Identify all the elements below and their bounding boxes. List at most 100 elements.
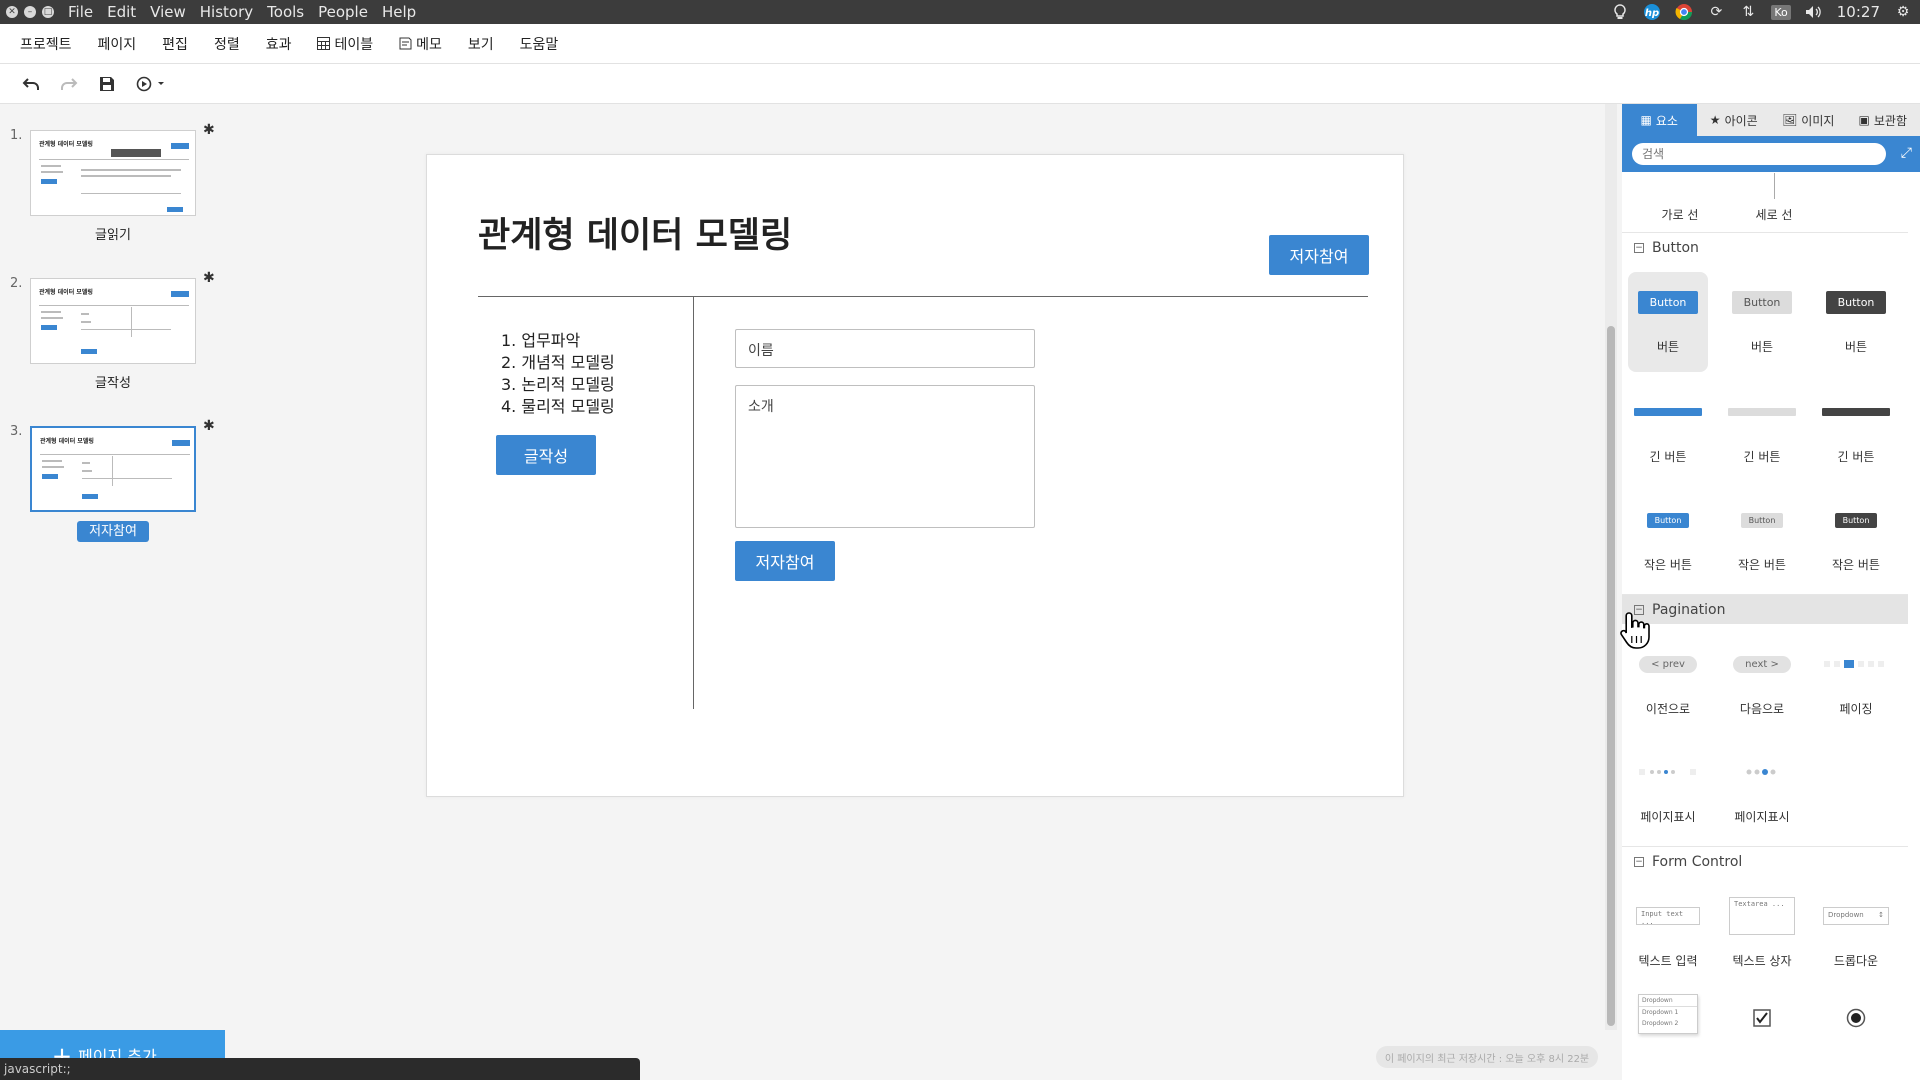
toolbar <box>0 64 1920 104</box>
tab-elements[interactable]: ▦ 요소 <box>1622 104 1697 136</box>
menu-view-ko[interactable]: 보기 <box>468 34 494 54</box>
search-bar: ⤢ <box>1622 136 1920 172</box>
maximize-window-icon[interactable]: □ <box>42 6 54 18</box>
menu-history[interactable]: History <box>200 3 253 21</box>
vertical-line-component[interactable]: 세로 선 <box>1734 172 1814 223</box>
keyboard-language-indicator[interactable]: Ko <box>1771 4 1791 20</box>
star-icon: ✱ <box>203 270 215 286</box>
search-input[interactable] <box>1632 143 1886 165</box>
paging-component[interactable]: 페이징 <box>1816 634 1896 717</box>
author-join-button-top[interactable]: 저자참여 <box>1269 235 1369 275</box>
author-join-button[interactable]: 저자참여 <box>735 541 835 581</box>
small-button-component[interactable]: Button 작은 버튼 <box>1816 490 1896 573</box>
page-preview[interactable]: 관계형 데이터 모델링 <box>30 278 196 364</box>
page-number: 2. <box>10 276 23 291</box>
long-button-component[interactable]: 긴 버튼 <box>1816 382 1896 465</box>
long-button-component[interactable]: 긴 버튼 <box>1722 382 1802 465</box>
component-list[interactable]: 가로 선 세로 선 − Button Button 버튼 Button 버튼 B… <box>1622 172 1920 1080</box>
write-post-button[interactable]: 글작성 <box>496 435 596 475</box>
text-input-component[interactable]: Input text ... 텍스트 입력 <box>1628 886 1708 969</box>
menu-table-label: 테이블 <box>334 36 374 53</box>
long-button-component[interactable]: 긴 버튼 <box>1628 382 1708 465</box>
settings-gear-icon[interactable]: ⚙ <box>1894 3 1912 21</box>
scrollbar-thumb[interactable] <box>1607 326 1615 1026</box>
page-indicator-component[interactable]: 페이지표시 <box>1722 742 1802 825</box>
menu-project[interactable]: 프로젝트 <box>20 34 72 54</box>
hp-logo-icon[interactable]: hp <box>1643 3 1661 21</box>
intro-textarea[interactable]: 소개 <box>735 385 1035 528</box>
volume-icon[interactable] <box>1805 3 1823 21</box>
network-arrows-icon[interactable]: ⇅ <box>1739 3 1757 21</box>
toc-item: 4. 물리적 모델링 <box>501 397 615 416</box>
menu-help[interactable]: Help <box>382 3 416 21</box>
dropdown-open-component[interactable]: Dropdown Dropdown 1 Dropdown 2 <box>1628 994 1708 1042</box>
menu-memo[interactable]: 메모 <box>399 34 442 54</box>
tab-archive[interactable]: ▣ 보관함 <box>1846 104 1920 136</box>
sync-icon[interactable]: ⟳ <box>1707 3 1725 21</box>
clock: 10:27 <box>1836 3 1880 21</box>
button-component[interactable]: Button 버튼 <box>1722 272 1802 355</box>
last-saved-note: 이 페이지의 최근 저장시간 : 오늘 오후 8시 22분 <box>1376 1046 1598 1068</box>
menu-memo-label: 메모 <box>416 36 442 53</box>
svg-text:hp: hp <box>1645 8 1659 19</box>
redo-icon[interactable] <box>58 73 80 95</box>
menu-edit[interactable]: Edit <box>107 3 136 21</box>
page-preview[interactable]: 관계형 데이터 모델링 <box>30 130 196 216</box>
next-pagination-component[interactable]: next > 다음으로 <box>1722 634 1802 717</box>
menu-file[interactable]: File <box>68 3 93 21</box>
vertical-divider[interactable] <box>693 296 694 709</box>
archive-icon: ▣ <box>1858 113 1870 127</box>
radio-component[interactable] <box>1816 994 1896 1042</box>
button-component[interactable]: Button 버튼 <box>1816 272 1896 355</box>
app-menu-bar: 프로젝트 페이지 편집 정렬 효과 테이블 메모 보기 도움말 <box>0 24 1920 64</box>
section-form-control-header[interactable]: − Form Control <box>1622 846 1908 876</box>
page-preview[interactable]: 관계형 데이터 모델링 <box>30 426 196 512</box>
canvas-scrollbar[interactable] <box>1605 104 1617 1030</box>
undo-icon[interactable] <box>20 73 42 95</box>
play-dropdown-icon[interactable] <box>134 73 170 95</box>
menu-tools[interactable]: Tools <box>267 3 304 21</box>
menu-table[interactable]: 테이블 <box>317 34 373 54</box>
menu-people[interactable]: People <box>318 3 368 21</box>
section-pagination-header[interactable]: − Pagination <box>1622 594 1908 624</box>
tab-icons[interactable]: ★ 아이콘 <box>1697 104 1772 136</box>
page-title[interactable]: 관계형 데이터 모델링 <box>478 207 792 258</box>
hand-cursor-icon <box>1620 612 1650 649</box>
expand-icon[interactable]: ⤢ <box>1901 145 1912 161</box>
status-url: javascript:; <box>0 1058 640 1080</box>
toc-list[interactable]: 1. 업무파악 2. 개념적 모델링 3. 논리적 모델링 4. 물리적 모델링 <box>501 330 615 418</box>
menu-align[interactable]: 정렬 <box>214 34 240 54</box>
chrome-icon[interactable] <box>1675 3 1693 21</box>
textarea-component[interactable]: Textarea ... 텍스트 상자 <box>1722 886 1802 969</box>
menu-view[interactable]: View <box>150 3 186 21</box>
menu-page[interactable]: 페이지 <box>98 34 137 54</box>
toc-item: 3. 논리적 모델링 <box>501 375 615 394</box>
horizontal-divider[interactable] <box>478 296 1368 297</box>
menu-edit-ko[interactable]: 편집 <box>162 34 188 54</box>
horizontal-line-component[interactable]: 가로 선 <box>1640 172 1720 223</box>
minimize-window-icon[interactable]: – <box>24 6 36 18</box>
section-button-header[interactable]: − Button <box>1622 232 1908 262</box>
save-icon[interactable] <box>96 73 118 95</box>
system-menu-bar: ✕ – □ File Edit View History Tools Peopl… <box>0 0 1920 24</box>
small-button-component[interactable]: Button 작은 버튼 <box>1628 490 1708 573</box>
dropdown-component[interactable]: Dropdown ↕ 드롭다운 <box>1816 886 1896 969</box>
checkbox-component[interactable] <box>1722 994 1802 1042</box>
name-field[interactable]: 이름 <box>735 329 1035 368</box>
component-panel: ▦요소 ★아이콘 🖼이미지 ▣보관함 ⤢ 가로 선 세로 선 − Button <box>1622 104 1920 1080</box>
page-number: 3. <box>10 424 23 439</box>
slide-canvas[interactable]: 관계형 데이터 모델링 저자참여 1. 업무파악 2. 개념적 모델링 3. 논… <box>426 154 1404 797</box>
star-icon: ★ <box>1709 113 1721 127</box>
menu-effects[interactable]: 효과 <box>266 34 292 54</box>
button-component[interactable]: Button 버튼 <box>1628 272 1708 372</box>
collapse-icon: − <box>1634 856 1644 867</box>
lightbulb-icon[interactable] <box>1611 3 1629 21</box>
close-window-icon[interactable]: ✕ <box>6 6 18 18</box>
image-icon: 🖼 <box>1782 113 1798 127</box>
page-caption: 글작성 <box>95 376 131 391</box>
menu-help-ko[interactable]: 도움말 <box>520 34 559 54</box>
checkbox-icon <box>1753 1009 1771 1027</box>
small-button-component[interactable]: Button 작은 버튼 <box>1722 490 1802 573</box>
page-indicator-component[interactable]: 페이지표시 <box>1628 742 1708 825</box>
tab-images[interactable]: 🖼 이미지 <box>1771 104 1846 136</box>
